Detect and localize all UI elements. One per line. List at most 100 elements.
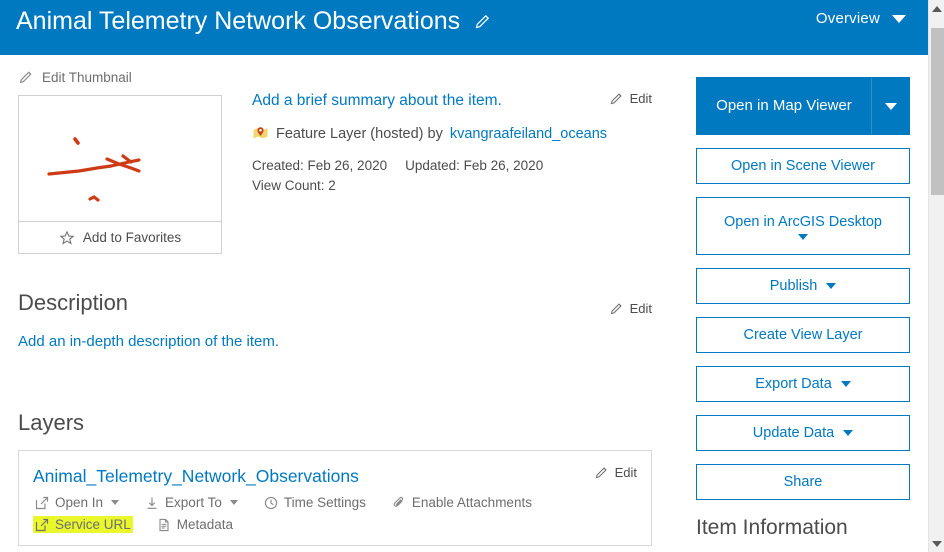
item-information-title: Item Information <box>696 516 848 539</box>
thumbnail-image[interactable] <box>18 95 222 222</box>
edit-description-button[interactable]: Edit <box>609 301 652 316</box>
summary-block: Add a brief summary about the item. Edit <box>252 91 652 196</box>
triangle-down-icon <box>932 540 942 547</box>
pencil-icon <box>18 69 34 85</box>
button-label: Open in ArcGIS Desktop <box>724 213 882 230</box>
open-in-map-viewer-label: Open in Map Viewer <box>716 97 852 114</box>
update-data-button[interactable]: Update Data <box>696 415 910 451</box>
publish-button[interactable]: Publish <box>696 268 910 304</box>
page-scrollbar[interactable] <box>928 0 944 552</box>
layer-action-label: Time Settings <box>283 495 366 510</box>
scroll-up-button[interactable] <box>929 0 944 17</box>
layer-action-label: Open In <box>55 495 104 510</box>
edit-title-pencil-icon[interactable] <box>472 11 492 31</box>
caret-down-icon <box>840 381 851 387</box>
layer-card: Animal_Telemetry_Network_Observations Ed… <box>18 450 652 546</box>
layers-header: Layers <box>18 410 652 436</box>
caret-down-icon <box>884 102 897 110</box>
paperclip-icon <box>392 496 406 510</box>
caret-down-icon <box>111 500 120 505</box>
layers-title: Layers <box>18 410 85 435</box>
layer-action-label: Export To <box>165 495 222 510</box>
view-count: View Count: 2 <box>252 178 336 193</box>
summary-row: Add a brief summary about the item. Edit <box>252 91 652 111</box>
sidebar-actions: Open in Map Viewer Open in Scene Viewer … <box>696 77 910 540</box>
document-icon <box>157 518 171 532</box>
triangle-up-icon <box>932 5 942 12</box>
pencil-icon <box>609 91 624 106</box>
star-outline-icon <box>59 229 75 246</box>
external-link-icon <box>35 518 49 532</box>
layer-action-label: Service URL <box>55 517 131 532</box>
thumbnail-map-graphic <box>47 137 141 202</box>
created-date: Created: Feb 26, 2020 <box>252 158 388 173</box>
button-label: Publish <box>769 277 818 294</box>
layer-action-enable-attachments[interactable]: Enable Attachments <box>390 494 534 511</box>
pencil-icon <box>609 301 624 316</box>
add-summary-link[interactable]: Add a brief summary about the item. <box>252 91 599 111</box>
caret-down-icon <box>229 500 238 505</box>
item-dates: Created: Feb 26, 2020 Updated: Feb 26, 20… <box>252 156 652 196</box>
open-in-map-viewer-dropdown[interactable] <box>871 78 909 134</box>
left-column: Edit Thumbnail Add to Favorites Add a br… <box>0 55 678 552</box>
download-icon <box>145 496 159 510</box>
item-owner-link[interactable]: kvangraafeiland_oceans <box>450 126 607 142</box>
open-in-map-viewer-button[interactable]: Open in Map Viewer <box>696 77 910 135</box>
edit-thumbnail-button[interactable]: Edit Thumbnail <box>18 69 222 85</box>
button-label: Create View Layer <box>743 326 863 343</box>
open-in-arcgis-desktop-button[interactable]: Open in ArcGIS Desktop <box>696 197 910 255</box>
caret-down-icon <box>843 430 854 436</box>
page-title: Animal Telemetry Network Observations <box>16 7 461 35</box>
edit-summary-button[interactable]: Edit <box>609 91 652 106</box>
edit-description-label: Edit <box>629 301 652 316</box>
layer-name-link[interactable]: Animal_Telemetry_Network_Observations <box>33 465 584 487</box>
export-data-button[interactable]: Export Data <box>696 366 910 402</box>
item-details-page: Animal Telemetry Network Observations Ov… <box>0 0 944 552</box>
item-type-row: Feature Layer (hosted) by kvangraafeilan… <box>252 125 652 142</box>
header-title-group: Animal Telemetry Network Observations <box>16 6 816 36</box>
share-button[interactable]: Share <box>696 464 910 500</box>
edit-layer-button[interactable]: Edit <box>594 465 637 480</box>
button-label: Open in Scene Viewer <box>730 157 876 174</box>
add-to-favorites-label: Add to Favorites <box>82 230 182 245</box>
description-title: Description <box>18 290 129 315</box>
caret-down-icon <box>798 233 808 240</box>
updated-date: Updated: Feb 26, 2020 <box>405 158 544 173</box>
layers-section: Layers Animal_Telemetry_Network_Observat… <box>18 410 652 546</box>
view-selector[interactable]: Overview <box>816 10 906 27</box>
layer-action-label: Metadata <box>176 517 234 532</box>
caret-down-icon <box>826 283 837 289</box>
button-label: Share <box>783 473 823 490</box>
button-label: Export Data <box>755 375 832 392</box>
caret-down-icon <box>892 14 906 23</box>
external-link-icon <box>35 496 49 510</box>
add-to-favorites-button[interactable]: Add to Favorites <box>18 222 222 254</box>
add-description-link[interactable]: Add an in-depth description of the item. <box>18 333 652 350</box>
page-header: Animal Telemetry Network Observations Ov… <box>0 0 928 55</box>
layer-action-export-to[interactable]: Export To <box>143 494 240 511</box>
scrollbar-thumb[interactable] <box>931 28 944 195</box>
create-view-layer-button[interactable]: Create View Layer <box>696 317 910 353</box>
layer-action-label: Enable Attachments <box>411 495 532 510</box>
edit-layer-label: Edit <box>614 465 637 480</box>
edit-summary-label: Edit <box>629 91 652 106</box>
layer-action-metadata[interactable]: Metadata <box>155 516 235 533</box>
open-in-scene-viewer-button[interactable]: Open in Scene Viewer <box>696 148 910 184</box>
layer-action-time-settings[interactable]: Time Settings <box>262 494 368 511</box>
edit-thumbnail-label: Edit Thumbnail <box>42 69 132 85</box>
layer-action-service-url[interactable]: Service URL <box>33 516 133 533</box>
layer-action-open-in[interactable]: Open In <box>33 494 121 511</box>
feature-layer-icon <box>252 125 269 142</box>
clock-icon <box>264 496 278 510</box>
layer-actions: Open In Export To Time Settings Enable A… <box>33 494 637 533</box>
description-section: Description Edit Add an in-depth descrip… <box>18 290 652 350</box>
button-label: Update Data <box>752 424 835 441</box>
pencil-icon <box>594 465 609 480</box>
thumbnail-block: Edit Thumbnail Add to Favorites <box>18 69 222 254</box>
layer-title-row: Animal_Telemetry_Network_Observations Ed… <box>33 465 637 487</box>
item-type-label: Feature Layer (hosted) by <box>276 125 443 142</box>
scroll-down-button[interactable] <box>929 535 944 552</box>
page-body: Edit Thumbnail Add to Favorites Add a br… <box>0 55 928 552</box>
description-header: Description Edit <box>18 290 652 316</box>
view-selector-label: Overview <box>815 10 880 27</box>
